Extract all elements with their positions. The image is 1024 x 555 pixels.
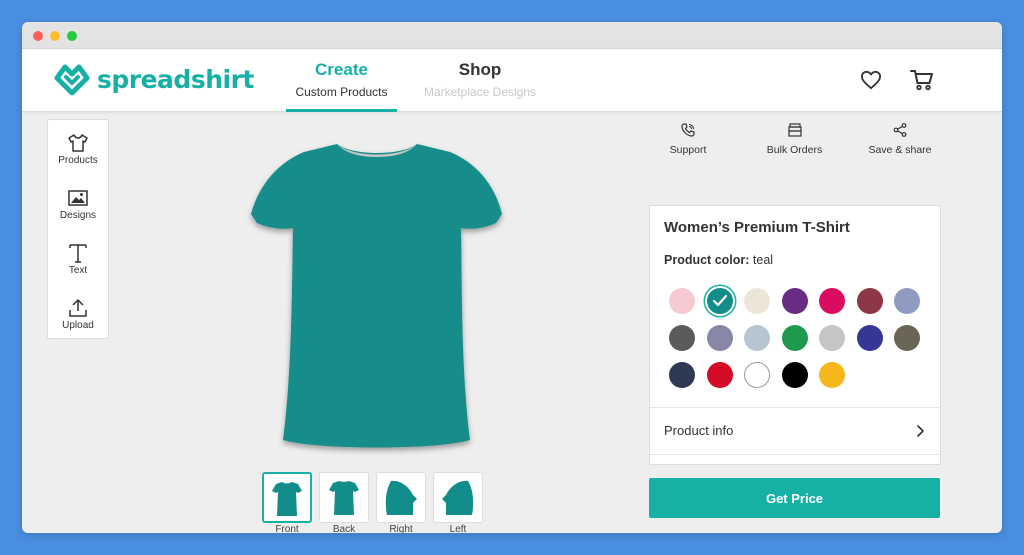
product-info-label: Product info (664, 423, 734, 438)
bulk-orders-label: Bulk Orders (766, 144, 823, 156)
products-tool[interactable]: Products (48, 125, 108, 175)
view-left-label: Left (449, 524, 467, 533)
share-icon (893, 123, 907, 137)
view-right-label: Right (389, 524, 413, 533)
color-swatch-navy[interactable] (669, 362, 695, 388)
cart-button[interactable] (908, 66, 936, 94)
tab-shop-label: Shop (458, 60, 502, 79)
products-tool-label: Products (58, 155, 98, 166)
view-back-label: Back (332, 524, 356, 533)
tab-shop[interactable]: Shop Marketplace Designs (414, 49, 546, 112)
brand-name: spreadshirt (97, 64, 254, 94)
tab-create-sublabel: Custom Products (295, 85, 388, 99)
color-swatch-ice-blue-heather[interactable] (744, 325, 770, 351)
chevron-right-icon (917, 425, 924, 437)
color-swatch-royal-blue[interactable] (856, 325, 883, 351)
color-swatch-teal[interactable] (706, 288, 733, 314)
product-color-line: Product color: teal (664, 253, 773, 267)
product-title: Women’s Premium T-Shirt (664, 219, 850, 236)
view-back-thumbnail[interactable] (319, 472, 369, 523)
color-swatch-olive-gray[interactable] (894, 325, 920, 351)
tshirt-back-thumb-icon (329, 481, 359, 515)
product-info-row[interactable]: Product info (650, 408, 940, 454)
stack-icon (787, 123, 802, 137)
save-share-button[interactable]: Save & share (865, 122, 935, 156)
designs-tool-label: Designs (59, 210, 97, 221)
cart-icon (910, 70, 933, 91)
maximize-window-button[interactable] (67, 31, 77, 41)
tab-shop-sublabel: Marketplace Designs (423, 85, 537, 99)
support-label: Support (669, 144, 707, 156)
save-share-label: Save & share (868, 144, 932, 156)
designs-tool[interactable]: Designs (48, 180, 108, 230)
color-swatch-black[interactable] (781, 362, 808, 388)
bulk-orders-button[interactable]: Bulk Orders (762, 122, 827, 156)
color-swatch-heather-gray[interactable] (819, 325, 845, 351)
tshirt-right-thumb-icon (385, 480, 417, 515)
checkmark-icon (712, 294, 727, 307)
color-swatch-red[interactable] (706, 362, 733, 388)
color-swatch-purple[interactable] (781, 288, 808, 314)
get-price-button[interactable]: Get Price (649, 478, 940, 518)
window-titlebar (22, 22, 1002, 49)
color-swatch-light-pink[interactable] (669, 288, 695, 314)
tab-create[interactable]: Create Custom Products (286, 49, 397, 112)
upload-tool[interactable]: Upload (48, 290, 108, 340)
view-left-thumbnail[interactable] (433, 472, 483, 523)
tshirt-front-thumb-icon (272, 482, 302, 516)
view-right-thumbnail[interactable] (376, 472, 426, 523)
browser-window: spreadshirt Create Custom Products Shop … (22, 22, 1002, 533)
tshirt-icon (68, 134, 88, 152)
phone-icon (681, 123, 695, 137)
wishlist-button[interactable] (857, 66, 885, 94)
tab-create-label: Create (315, 60, 368, 79)
text-icon (69, 244, 87, 263)
color-swatch-cream-heather[interactable] (744, 288, 770, 314)
close-window-button[interactable] (33, 31, 43, 41)
upload-tool-label: Upload (62, 320, 94, 331)
upload-icon (69, 299, 87, 317)
design-toolbar: Products Designs Text Upload (47, 119, 109, 339)
color-swatch-green[interactable] (781, 325, 808, 351)
view-front-label: Front (275, 524, 299, 533)
color-swatch-fuchsia[interactable] (819, 288, 845, 314)
spreadshirt-logo[interactable]: spreadshirt (53, 62, 254, 96)
text-tool[interactable]: Text (48, 235, 108, 285)
product-panel: Women’s Premium T-Shirt Product color: t… (649, 205, 941, 465)
view-front-thumbnail[interactable] (262, 472, 312, 523)
tshirt-left-thumb-icon (442, 480, 474, 515)
panel-divider (650, 454, 940, 455)
logo-heart-icon (54, 64, 90, 96)
site-header: spreadshirt Create Custom Products Shop … (22, 49, 1002, 112)
support-button[interactable]: Support (658, 122, 718, 156)
color-swatch-heather-blue[interactable] (894, 288, 920, 314)
color-swatch-burgundy-heather[interactable] (856, 288, 883, 314)
color-swatch-yellow[interactable] (819, 362, 845, 388)
product-preview[interactable] (212, 122, 542, 472)
color-swatch-white[interactable] (744, 362, 770, 388)
heart-icon (861, 70, 881, 90)
product-color-value: teal (752, 253, 774, 267)
color-swatch-lavender-gray[interactable] (706, 325, 733, 351)
image-icon (68, 190, 88, 206)
product-color-label: Product color: (664, 253, 750, 267)
minimize-window-button[interactable] (50, 31, 60, 41)
tshirt-front-image (251, 144, 502, 448)
text-tool-label: Text (68, 265, 88, 276)
color-swatch-charcoal-heather[interactable] (669, 325, 695, 351)
